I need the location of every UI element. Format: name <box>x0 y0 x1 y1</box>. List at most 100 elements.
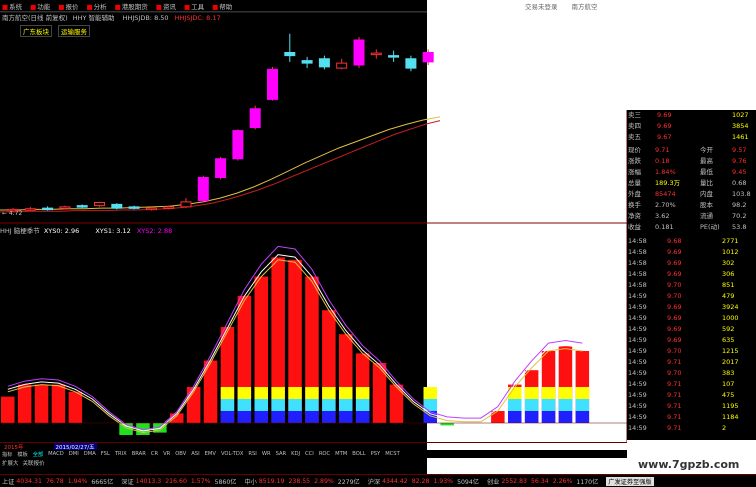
tick-row: 14:59 9.70 1215 <box>627 346 756 357</box>
stat-label: 总量 <box>628 179 641 187</box>
indicator-tab[interactable]: ROC <box>319 451 330 457</box>
indicator-tab[interactable]: MCST <box>385 451 400 457</box>
indicator-tab[interactable]: PSY <box>371 451 381 457</box>
candle-body <box>180 201 192 208</box>
indicator-tab[interactable]: TRIX <box>115 451 127 457</box>
stack-segment <box>288 387 302 399</box>
tick-price: 9.69 <box>667 336 682 344</box>
tick-time: 14:59 <box>628 303 647 311</box>
stack-segment <box>220 387 235 399</box>
tick-row: 14:59 9.71 2 <box>627 423 756 434</box>
stack-segment <box>575 387 590 399</box>
stat-label: 换手 <box>628 201 641 209</box>
ticker-percent: 2.89% <box>314 477 334 485</box>
stat-row: 收益 0.181 PE(动) 53.8 <box>627 222 756 233</box>
stat-row: 现价 9.71 今开 9.57 <box>627 145 756 156</box>
indicator-bar <box>1 396 15 423</box>
tick-price: 9.71 <box>667 402 682 410</box>
stack-segment <box>558 411 573 423</box>
xys1-value: XYS1: 3.12 <box>95 227 131 235</box>
tick-time: 14:59 <box>628 314 647 322</box>
stack-segment <box>271 387 285 399</box>
stack-segment <box>220 411 235 423</box>
tick-volume: 635 <box>722 336 735 344</box>
bottom-buttons: 扩展大 关联报价 <box>0 459 45 468</box>
tick-volume: 383 <box>722 369 735 377</box>
tick-price: 9.71 <box>667 358 682 366</box>
ticker-change: 216.60 <box>165 477 187 485</box>
indicator-tab[interactable]: SAR <box>276 451 287 457</box>
ticker-change: 76.78 <box>45 477 64 485</box>
tick-row: 14:58 9.69 306 <box>627 269 756 280</box>
tick-row: 14:59 9.69 592 <box>627 324 756 335</box>
ticker-name: 中小 <box>244 478 257 486</box>
tick-time: 14:59 <box>628 424 647 432</box>
tick-price: 9.70 <box>667 369 682 377</box>
stat-value: 0.181 <box>655 223 674 231</box>
stack-segment <box>237 411 252 423</box>
ticker-value: 4034.31 <box>16 477 42 485</box>
indicator-tab[interactable]: MACD <box>48 451 64 457</box>
indicator-tab[interactable]: CR <box>151 451 158 457</box>
ask-label: 卖四 <box>628 122 641 130</box>
indicator-tab[interactable]: BRAR <box>132 451 146 457</box>
stat-label: 现价 <box>628 146 641 154</box>
ticker-amount: 6665亿 <box>91 478 114 486</box>
tick-volume: 2 <box>722 424 727 432</box>
ticker-amount: 5094亿 <box>457 478 479 486</box>
ticker-name: 沪深 <box>367 478 381 486</box>
indicator-tab[interactable]: VR <box>163 451 170 457</box>
indicator-tab[interactable]: WR <box>262 451 271 457</box>
ticker-name: 创业 <box>487 478 500 486</box>
indicator-tab[interactable]: CCI <box>305 451 314 457</box>
watermark-text: www.7gpzb.com <box>638 458 740 471</box>
indicator-tab[interactable]: BOLL <box>352 451 365 457</box>
ask-price: 9.67 <box>657 133 672 141</box>
stack-segment <box>423 399 437 411</box>
tick-row: 14:59 9.71 2017 <box>627 357 756 368</box>
indicator-tab[interactable]: RSI <box>248 451 256 457</box>
indicator-tab[interactable]: OBV <box>175 451 186 457</box>
stack-segment <box>322 411 336 423</box>
date-axis: 2015年 2015/02/27/五 <box>0 442 627 451</box>
tick-time: 14:59 <box>628 380 647 388</box>
indicator-tab[interactable]: EMV <box>205 451 216 457</box>
stack-segment <box>254 399 268 411</box>
indicator-tab[interactable]: MTM <box>335 451 347 457</box>
stack-segment <box>220 399 235 411</box>
tick-row: 14:59 9.69 635 <box>627 335 756 346</box>
stack-segment <box>541 387 556 399</box>
stack-segment <box>524 387 539 399</box>
ticker-brand: 广发证券至强版 <box>606 476 654 486</box>
candle-body <box>353 39 365 66</box>
tick-price: 9.69 <box>667 325 682 333</box>
quote-panel: 卖三 9.69 1027 卖四 9.69 3854 卖五 9.67 1461 现价 9.71 今开 9.… <box>627 110 756 440</box>
ticker-percent: 2.26% <box>552 477 573 485</box>
stack-segment <box>558 387 573 399</box>
ticker-change: 238.55 <box>288 477 311 485</box>
indicator-tab[interactable]: KDJ <box>291 451 300 457</box>
stat-value: 85474 <box>655 190 676 198</box>
indicator-tab[interactable]: FSL <box>101 451 110 457</box>
expand-button[interactable]: 扩展大 <box>2 459 19 468</box>
indicator-tab[interactable]: 模板 <box>17 451 27 458</box>
linked-quote-button[interactable]: 关联报价 <box>23 459 45 468</box>
stack-segment <box>305 387 319 399</box>
candle-body <box>318 58 330 68</box>
indicator-tab[interactable]: VOL-TDX <box>221 451 243 457</box>
indicator-tab[interactable]: 全部 <box>33 451 43 458</box>
stack-segment <box>541 411 556 423</box>
ticker-value: 4344.42 <box>382 477 408 485</box>
indicator-tab[interactable]: ASI <box>191 451 199 457</box>
price-min-label: ← 4.72 <box>2 210 22 217</box>
indicator-tab[interactable]: 指标 <box>2 451 12 458</box>
stat-value: 0.18 <box>655 157 670 165</box>
tick-row: 14:59 9.71 475 <box>627 390 756 401</box>
stat-label: 涨跌 <box>628 157 641 165</box>
tick-row: 14:58 9.70 851 <box>627 280 756 291</box>
tick-volume: 479 <box>722 292 735 300</box>
indicator-tab[interactable]: DMI <box>69 451 79 457</box>
ask-label: 卖三 <box>628 111 641 119</box>
indicator-tab[interactable]: DMA <box>84 451 96 457</box>
ticker-percent: 1.57% <box>190 477 211 485</box>
